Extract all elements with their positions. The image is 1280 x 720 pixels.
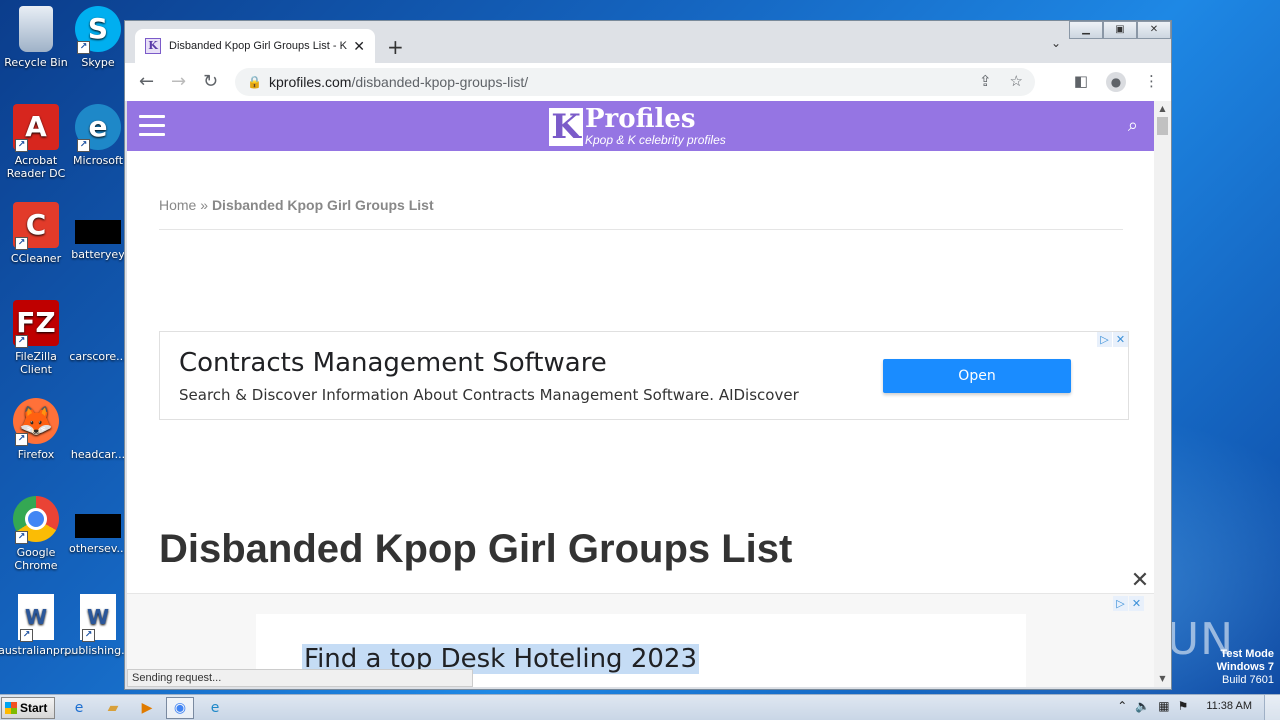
word-doc-icon: W ↗	[18, 594, 54, 642]
edge-taskbar-icon[interactable]: e	[204, 698, 226, 718]
volume-icon[interactable]: 🔈	[1135, 699, 1150, 713]
back-arrow-icon[interactable]: ←	[139, 71, 154, 92]
breadcrumb-current: Disbanded Kpop Girl Groups List	[211, 197, 434, 213]
shortcut-arrow-icon: ↗	[82, 629, 95, 642]
adchoices-icon[interactable]: ▷	[1097, 332, 1112, 347]
shortcut-arrow-icon: ↗	[15, 237, 28, 250]
breadcrumb-home[interactable]: Home	[159, 197, 196, 213]
system-tray: ⌃ 🔈 ▦ ⚑ 11:38 AM	[1117, 699, 1252, 713]
kprofiles-favicon-icon: K	[145, 38, 161, 54]
breadcrumb: Home » Disbanded Kpop Girl Groups List	[159, 197, 434, 213]
tab-search-chevron-icon[interactable]: ⌄	[1051, 36, 1061, 50]
test-mode-line1: Test Mode	[1220, 648, 1274, 660]
shortcut-arrow-icon: ↗	[20, 629, 33, 642]
search-icon[interactable]: ⌕	[1128, 115, 1138, 136]
filezilla-icon: FZ ↗	[13, 300, 59, 348]
breadcrumb-separator: »	[196, 197, 212, 213]
action-center-flag-icon[interactable]: ⚑	[1178, 699, 1189, 713]
logo-name: Profiles	[585, 104, 696, 134]
page-scrollbar[interactable]: ▲ ▼	[1154, 101, 1171, 687]
word-doc-icon: W ↗	[80, 594, 116, 642]
explorer-folder-icon[interactable]: ▰	[102, 698, 124, 718]
bottom-ad-choices[interactable]: ▷ ✕	[1113, 596, 1144, 611]
scroll-up-icon[interactable]: ▲	[1154, 101, 1171, 117]
logo-letter: K	[549, 108, 583, 146]
black-file-icon	[75, 220, 121, 244]
side-panel-icon[interactable]: ◧	[1074, 72, 1088, 92]
firefox-icon: 🦊 ↗	[13, 398, 59, 446]
new-tab-button[interactable]: +	[387, 35, 404, 59]
minimize-button[interactable]: ▁	[1069, 21, 1103, 39]
bookmark-star-icon[interactable]: ☆	[1010, 68, 1023, 96]
ad-choices[interactable]: ▷ ✕	[1097, 332, 1128, 347]
hamburger-menu-icon[interactable]	[139, 115, 165, 142]
chrome-taskbar-icon[interactable]: ◉	[166, 697, 194, 719]
start-button[interactable]: Start	[1, 697, 55, 719]
site-header: K Profiles Kpop & K celebrity profiles ⌕	[127, 101, 1154, 151]
tab-strip: K Disbanded Kpop Girl Groups List - Kp ✕…	[125, 21, 1171, 63]
black-file-icon	[75, 514, 121, 538]
address-bar[interactable]: 🔒 kprofiles.com/disbanded-kpop-groups-li…	[235, 68, 1035, 96]
shortcut-arrow-icon: ↗	[15, 139, 28, 152]
scroll-down-icon[interactable]: ▼	[1154, 671, 1171, 687]
breadcrumb-divider	[159, 229, 1123, 230]
bottom-ad-x-icon[interactable]: ✕	[1129, 596, 1144, 611]
taskbar: Start e ▰ ▶ ◉ e ⌃ 🔈 ▦ ⚑ 11:38 AM	[0, 694, 1280, 720]
status-bubble: Sending request...	[127, 669, 473, 687]
ad-close-icon[interactable]: ✕	[1113, 332, 1128, 347]
show-desktop-button[interactable]	[1264, 695, 1280, 720]
close-window-button[interactable]: ✕	[1137, 21, 1171, 39]
media-player-icon[interactable]: ▶	[136, 698, 158, 718]
page-title: Disbanded Kpop Girl Groups List	[159, 527, 793, 571]
page-viewport: K Profiles Kpop & K celebrity profiles ⌕…	[127, 101, 1154, 687]
logo-tagline: Kpop & K celebrity profiles	[585, 133, 726, 147]
share-icon[interactable]: ⇪	[979, 68, 992, 96]
browser-toolbar: ← → ↻ 🔒 kprofiles.com/disbanded-kpop-gro…	[125, 63, 1171, 101]
blank-file-icon	[75, 398, 121, 444]
skype-icon: S ↗	[75, 6, 121, 54]
ad-description: Search & Discover Information About Cont…	[179, 386, 799, 404]
reload-icon[interactable]: ↻	[203, 71, 218, 92]
tab-title: Disbanded Kpop Girl Groups List - Kp	[169, 40, 348, 52]
internet-explorer-icon[interactable]: e	[68, 698, 90, 718]
maximize-button[interactable]: ▣	[1103, 21, 1137, 39]
test-mode-line3: Build 7601	[1222, 674, 1274, 686]
edge-icon: e ↗	[75, 104, 121, 152]
test-mode-line2: Windows 7	[1216, 661, 1274, 673]
ad-headline[interactable]: Contracts Management Software	[179, 348, 607, 378]
shortcut-arrow-icon: ↗	[15, 531, 28, 544]
lock-icon: 🔒	[247, 75, 262, 89]
profile-avatar-icon[interactable]: ●	[1106, 72, 1126, 92]
blank-file-icon	[75, 300, 121, 346]
recycle-bin-icon	[19, 6, 53, 52]
shortcut-arrow-icon: ↗	[15, 433, 28, 446]
bottom-adchoices-icon[interactable]: ▷	[1113, 596, 1128, 611]
network-icon[interactable]: ▦	[1158, 699, 1169, 713]
ad-open-button[interactable]: Open	[883, 359, 1071, 393]
test-mode-notice: Test Mode Windows 7 Build 7601	[1217, 648, 1274, 687]
url-path: /disbanded-kpop-groups-list/	[351, 74, 529, 90]
shortcut-arrow-icon: ↗	[77, 41, 90, 54]
windows-flag-icon	[5, 702, 17, 714]
ad-banner[interactable]: ▷ ✕ Contracts Management Software Search …	[159, 331, 1129, 420]
shortcut-arrow-icon: ↗	[15, 335, 28, 348]
ccleaner-icon: C ↗	[13, 202, 59, 250]
tray-expand-icon[interactable]: ⌃	[1117, 699, 1127, 713]
tab-active[interactable]: K Disbanded Kpop Girl Groups List - Kp ✕	[135, 29, 375, 63]
chrome-icon: ↗	[13, 496, 59, 544]
start-label: Start	[20, 701, 48, 715]
url-domain: kprofiles.com	[269, 74, 352, 90]
close-ad-icon[interactable]: ✕	[1128, 568, 1152, 593]
forward-arrow-icon[interactable]: →	[171, 71, 186, 92]
chrome-window: K Disbanded Kpop Girl Groups List - Kp ✕…	[124, 20, 1172, 690]
tab-close-icon[interactable]: ✕	[353, 38, 365, 55]
acrobat-icon: A ↗	[13, 104, 59, 152]
window-controls: ▁ ▣ ✕	[1069, 21, 1171, 39]
shortcut-arrow-icon: ↗	[77, 139, 90, 152]
clock[interactable]: 11:38 AM	[1206, 700, 1252, 712]
menu-dots-icon[interactable]: ⋮	[1144, 72, 1159, 92]
scroll-thumb[interactable]	[1157, 117, 1168, 135]
